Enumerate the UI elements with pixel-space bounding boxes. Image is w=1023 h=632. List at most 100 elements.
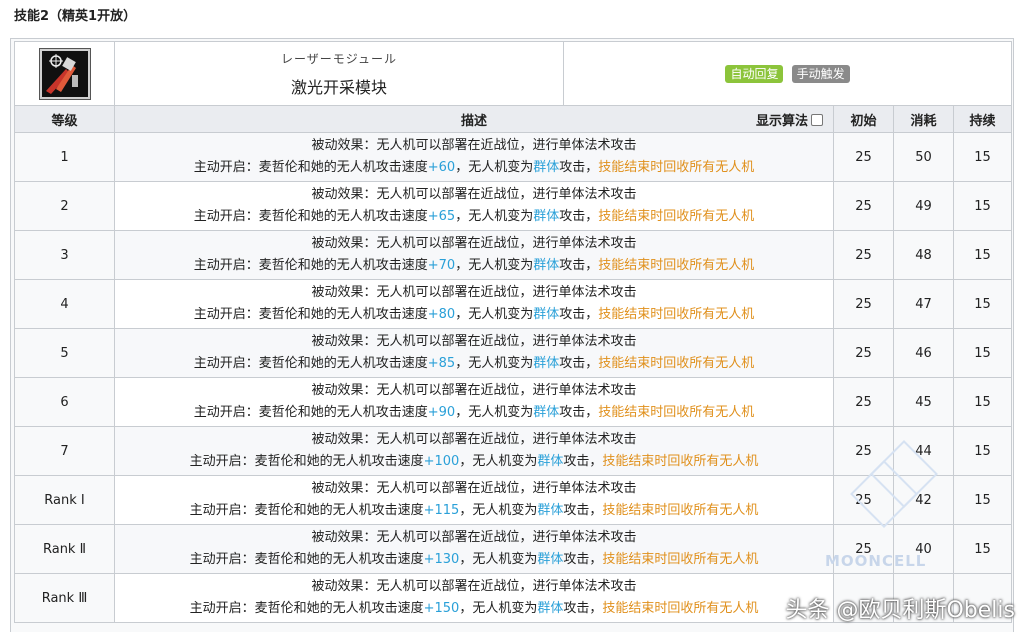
group-keyword: 群体 [533,356,560,371]
group-keyword: 群体 [537,503,564,518]
attack-speed-value: +90 [427,405,456,420]
passive-effect: 被动效果：无人机可以部署在近战位，进行单体法术攻击 [311,138,637,153]
attack-speed-value: +70 [427,258,456,273]
active-prefix: 主动开启：麦哲伦和她的无人机攻击速度 [193,307,428,322]
description-cell: 被动效果：无人机可以部署在近战位，进行单体法术攻击 主动开启：麦哲伦和她的无人机攻… [114,279,834,329]
level-cell: 6 [14,377,115,427]
duration-cell: 15 [952,426,1013,476]
watermark: 头条 @欧贝利斯Obelis [785,598,1016,623]
group-keyword: 群体 [537,552,564,567]
initial-sp-cell: 25 [833,181,894,231]
group-keyword: 群体 [533,405,560,420]
active-mid: ，无人机变为 [455,209,534,224]
attack-text: 攻击， [563,601,603,616]
level-cell: 2 [14,181,115,231]
col-initial: 初始 [833,105,894,133]
active-prefix: 主动开启：麦哲伦和她的无人机攻击速度 [189,601,424,616]
active-mid: ，无人机变为 [459,503,538,518]
skill-header-row: レーザーモジュール 激光开采模块 自动回复 手动触发 [14,41,1013,106]
skill-name-jp: レーザーモジュール [281,51,397,66]
level-cell: Rank Ⅱ [14,524,115,574]
initial-sp-cell: 25 [833,230,894,280]
recall-text: 技能结束时回收所有无人机 [598,160,755,175]
attack-text: 攻击， [559,356,599,371]
initial-sp-cell: 25 [833,328,894,378]
initial-sp-cell: 25 [833,132,894,182]
show-algorithm-label: 显示算法 [755,114,808,129]
section-title: 技能2（精英1开放） [14,9,137,24]
active-effect: 主动开启：麦哲伦和她的无人机攻击速度+85，无人机变为群体攻击，技能结束时回收所… [116,353,833,375]
duration-cell: 15 [952,377,1013,427]
attack-speed-value: +60 [427,160,456,175]
passive-effect: 被动效果：无人机可以部署在近战位，进行单体法术攻击 [311,530,637,545]
duration-cell: 15 [952,132,1013,182]
description-cell: 被动效果：无人机可以部署在近战位，进行单体法术攻击 主动开启：麦哲伦和她的无人机攻… [114,181,834,231]
description-cell: 被动效果：无人机可以部署在近战位，进行单体法术攻击 主动开启：麦哲伦和她的无人机攻… [114,475,834,525]
level-cell: 4 [14,279,115,329]
attack-text: 攻击， [559,307,599,322]
checkbox-icon[interactable] [811,113,823,126]
passive-effect: 被动效果：无人机可以部署在近战位，进行单体法术攻击 [311,334,637,349]
description-cell: 被动效果：无人机可以部署在近战位，进行单体法术攻击主动开启：麦哲伦和她的无人机攻… [114,132,834,182]
recall-text: 技能结束时回收所有无人机 [602,454,759,469]
tag-manual-trigger: 手动触发 [791,64,850,83]
active-prefix: 主动开启：麦哲伦和她的无人机攻击速度 [193,258,428,273]
description-cell: 被动效果：无人机可以部署在近战位，进行单体法术攻击 主动开启：麦哲伦和她的无人机攻… [114,377,834,427]
recall-text: 技能结束时回收所有无人机 [602,552,759,567]
active-effect: 主动开启：麦哲伦和她的无人机攻击速度+60，无人机变为群体攻击，技能结束时回收所… [116,157,833,179]
description-cell: 被动效果：无人机可以部署在近战位，进行单体法术攻击主动开启：麦哲伦和她的无人机攻… [114,230,834,280]
initial-sp-cell: 25 [833,279,894,329]
skill-name-cell: レーザーモジュール 激光开采模块 [114,41,564,106]
sp-cost-cell: 47 [893,279,954,329]
active-effect: 主动开启：麦哲伦和她的无人机攻击速度+100，无人机变为群体攻击，技能结束时回收… [116,451,833,473]
attack-speed-value: +130 [423,552,460,567]
skill-tags-cell: 自动回复 手动触发 [562,41,1013,106]
skill-name-cn: 激光开采模块 [290,77,387,97]
sp-cost-cell: 48 [893,230,954,280]
attack-speed-value: +65 [427,209,456,224]
group-keyword: 群体 [537,454,564,469]
background-mark: MOONCELL [825,552,927,570]
active-mid: ，无人机变为 [455,160,534,175]
attack-text: 攻击， [559,160,599,175]
recall-text: 技能结束时回收所有无人机 [598,356,755,371]
attack-speed-value: +85 [427,356,456,371]
skill-table: レーザーモジュール 激光开采模块 自动回复 手动触发 等级 描述 显示算法 初始… [14,41,1013,623]
attack-speed-value: +150 [423,601,460,616]
recall-text: 技能结束时回收所有无人机 [598,209,755,224]
passive-effect: 被动效果：无人机可以部署在近战位，进行单体法术攻击 [311,236,637,251]
attack-speed-value: +80 [427,307,456,322]
table-row: 7 被动效果：无人机可以部署在近战位，进行单体法术攻击主动开启：麦哲伦和她的无人机… [14,426,1013,476]
recall-text: 技能结束时回收所有无人机 [598,307,755,322]
passive-effect: 被动效果：无人机可以部署在近战位，进行单体法术攻击 [311,579,637,594]
duration-cell: 15 [952,230,1013,280]
duration-cell: 15 [952,181,1013,231]
tag-auto-recovery: 自动回复 [725,64,784,83]
col-duration: 持续 [952,105,1013,133]
attack-text: 攻击， [559,209,599,224]
passive-effect: 被动效果：无人机可以部署在近战位，进行单体法术攻击 [311,383,637,398]
recall-text: 技能结束时回收所有无人机 [602,503,759,518]
passive-effect: 被动效果：无人机可以部署在近战位，进行单体法术攻击 [311,432,637,447]
level-cell: 7 [14,426,115,476]
sp-cost-cell: 49 [893,181,954,231]
active-mid: ，无人机变为 [455,356,534,371]
active-effect: 主动开启：麦哲伦和她的无人机攻击速度+130，无人机变为群体攻击，技能结束时回收… [116,549,833,571]
col-description: 描述 显示算法 [114,105,834,133]
recall-text: 技能结束时回收所有无人机 [598,405,755,420]
recall-text: 技能结束时回收所有无人机 [598,258,755,273]
column-header-row: 等级 描述 显示算法 初始 消耗 持续 [14,105,1013,133]
table-row: 3 被动效果：无人机可以部署在近战位，进行单体法术攻击 主动开启：麦哲伦和她的无人机… [14,230,1013,280]
active-prefix: 主动开启：麦哲伦和她的无人机攻击速度 [193,160,428,175]
col-cost: 消耗 [893,105,954,133]
group-keyword: 群体 [533,307,560,322]
active-mid: ，无人机变为 [455,307,534,322]
level-cell: Rank Ⅰ [14,475,115,525]
sp-cost-cell: 46 [893,328,954,378]
col-level: 等级 [14,105,115,133]
attack-text: 攻击， [559,405,599,420]
active-mid: ，无人机变为 [455,258,534,273]
active-mid: ，无人机变为 [459,601,538,616]
active-effect: 主动开启：麦哲伦和她的无人机攻击速度+115，无人机变为群体攻击，技能结束时回收… [116,500,833,522]
show-algorithm-toggle[interactable]: 显示算法 [756,110,823,129]
